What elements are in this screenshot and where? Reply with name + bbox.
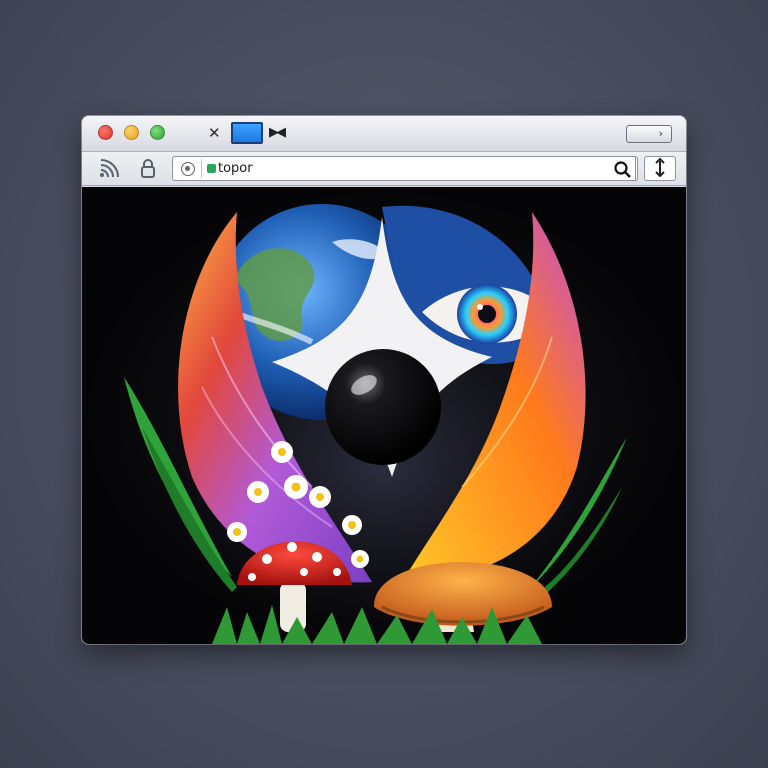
search-icon[interactable] [613,160,633,178]
download-icon [655,157,665,178]
site-favicon [207,164,216,173]
site-info-icon[interactable] [181,162,195,176]
black-orb [325,349,441,465]
wifi-icon[interactable] [98,159,120,179]
url-value: topor [218,161,253,176]
window-button-icon[interactable]: › [626,125,672,143]
url-separator [201,159,202,178]
download-button[interactable] [644,156,676,181]
address-bar[interactable]: topor [172,156,638,181]
tab-thumbnail-icon[interactable] [231,122,263,144]
url-divider [635,157,636,180]
tab-arrows-icon[interactable]: ▶◀ [269,125,286,140]
page-content [82,187,686,644]
psychedelic-artwork [124,204,644,644]
toolbar: topor [82,152,686,186]
minimize-window-button[interactable] [124,125,139,140]
close-tab-icon[interactable]: ✕ [208,124,221,142]
browser-window: ✕ ▶◀ › topor [82,116,686,644]
url-text[interactable]: topor [207,161,253,176]
lock-icon[interactable] [140,159,156,179]
close-window-button[interactable] [98,125,113,140]
title-bar: ✕ ▶◀ › [82,116,686,152]
zoom-window-button[interactable] [150,125,165,140]
